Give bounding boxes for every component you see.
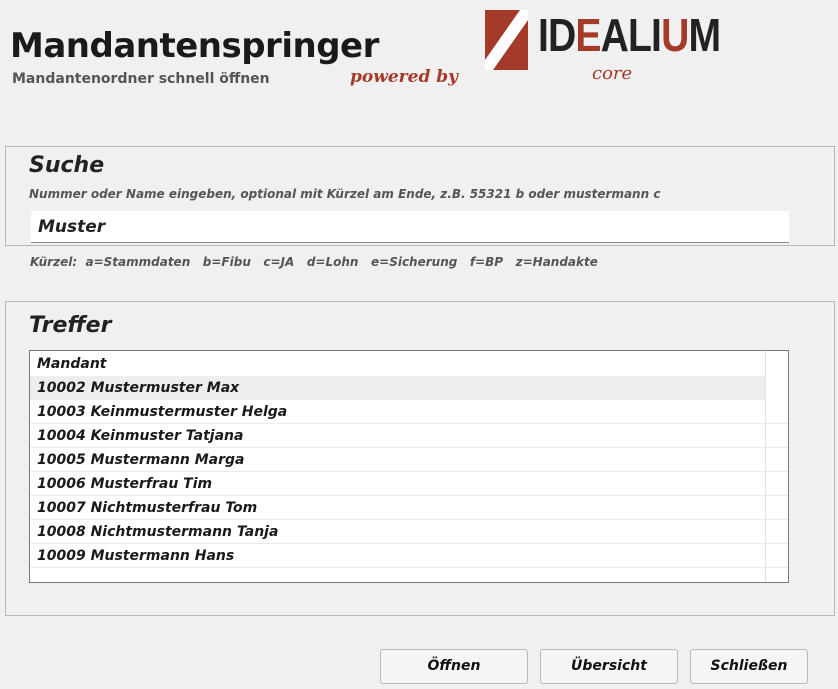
open-button[interactable]: Öffnen <box>380 649 528 684</box>
logo-sub: core <box>592 63 633 84</box>
search-input[interactable] <box>31 211 789 243</box>
logo-part: M <box>688 9 721 61</box>
list-item[interactable]: 10007 Nichtmusterfrau Tom <box>30 496 788 520</box>
list-item[interactable]: 10008 Nichtmustermann Tanja <box>30 520 788 544</box>
close-button[interactable]: Schließen <box>690 649 808 684</box>
overview-button[interactable]: Übersicht <box>540 649 678 684</box>
list-item[interactable]: 10009 Mustermann Hans <box>30 544 788 568</box>
kuerzel-legend: Kürzel: a=Stammdaten b=Fibu c=JA d=Lohn … <box>30 255 598 269</box>
logo-accent: E <box>575 9 601 61</box>
powered-by-label: powered by <box>350 67 459 87</box>
list-item[interactable]: 10002 Mustermuster Max <box>30 376 765 400</box>
list-item[interactable]: 10005 Mustermann Marga <box>30 448 788 472</box>
idealium-logo-text: IDEALIUM <box>538 9 721 61</box>
search-title: Suche <box>29 153 105 178</box>
search-group: Suche Nummer oder Name eingeben, optiona… <box>5 146 835 246</box>
list-item[interactable]: 10006 Musterfrau Tim <box>30 472 788 496</box>
list-item[interactable]: 10004 Keinmuster Tatjana <box>30 424 788 448</box>
app-subtitle: Mandantenordner schnell öffnen <box>12 71 270 87</box>
results-list[interactable]: Mandant 10002 Mustermuster Max 10003 Kei… <box>29 350 789 583</box>
app-title: Mandantenspringer <box>10 26 379 66</box>
list-item[interactable]: 10003 Keinmustermuster Helga <box>30 400 788 424</box>
idealium-logo-icon <box>485 10 528 70</box>
results-group: Treffer Mandant 10002 Mustermuster Max 1… <box>5 301 835 616</box>
search-hint: Nummer oder Name eingeben, optional mit … <box>29 187 661 201</box>
logo-part: ID <box>538 9 576 61</box>
column-header-mandant[interactable]: Mandant <box>30 352 765 376</box>
logo-accent: U <box>661 9 689 61</box>
results-title: Treffer <box>29 313 112 338</box>
logo-part: ALI <box>600 9 662 61</box>
